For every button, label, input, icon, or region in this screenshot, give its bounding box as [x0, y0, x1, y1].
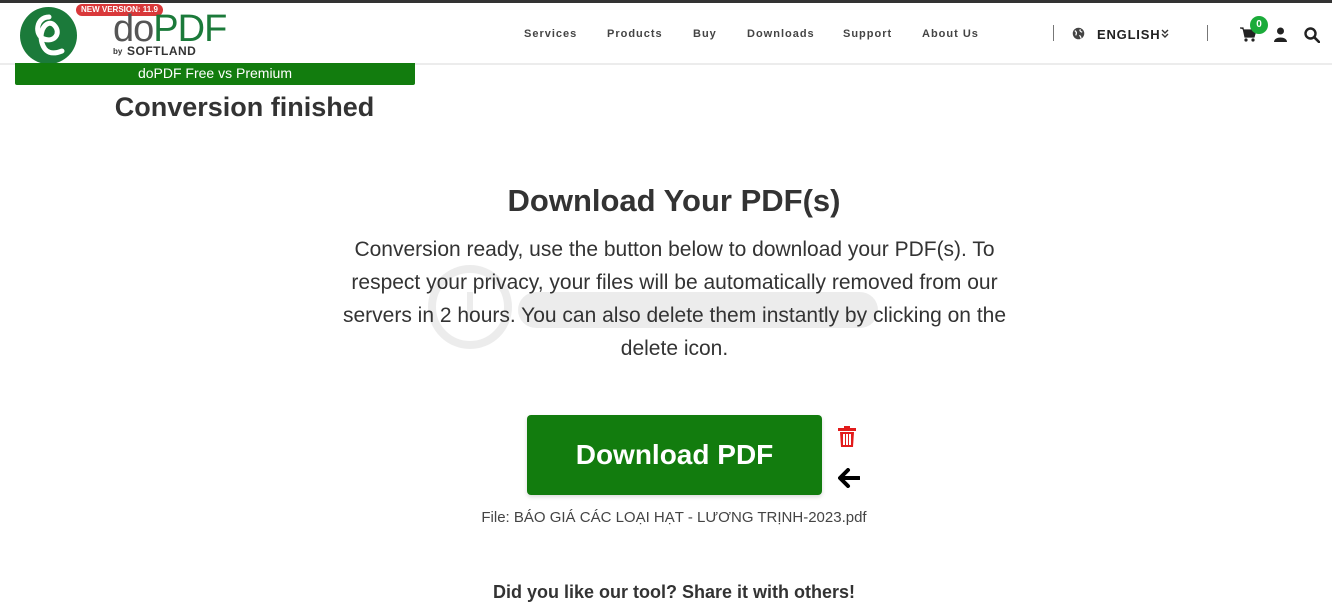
brand-company-text: SOFTLAND: [127, 44, 197, 58]
nav-item-support[interactable]: Support: [843, 27, 892, 41]
download-pdf-button[interactable]: Download PDF: [527, 415, 822, 495]
search-icon[interactable]: [1304, 27, 1320, 43]
status-heading: Conversion finished: [114, 92, 375, 122]
download-description: Conversion ready, use the button below t…: [342, 238, 1007, 360]
trash-icon[interactable]: [838, 426, 856, 447]
nav-item-buy[interactable]: Buy: [693, 27, 717, 41]
share-prompt: Did you like our tool? Share it with oth…: [492, 582, 856, 602]
globe-icon: [1072, 27, 1085, 40]
nav-item-about-us[interactable]: About Us: [922, 27, 979, 41]
nav-item-downloads[interactable]: Downloads: [747, 27, 815, 41]
page-title: Download Your PDF(s): [507, 183, 841, 218]
file-name-label: File: BÁO GIÁ CÁC LOẠI HẠT - LƯƠNG TRỊNH…: [481, 509, 867, 526]
brand-by-text: by: [113, 47, 123, 56]
nav-item-products[interactable]: Products: [607, 27, 663, 41]
chevron-double-down-icon[interactable]: [1160, 27, 1170, 39]
language-selector[interactable]: ENGLISH: [1097, 27, 1160, 42]
free-vs-premium-link[interactable]: doPDF Free vs Premium: [15, 63, 415, 85]
nav-separator: [1053, 25, 1054, 41]
site-header: NEW VERSION: 11.9 doPDF by SOFTLAND Serv…: [0, 3, 1332, 65]
cart-count-badge[interactable]: 0: [1250, 16, 1268, 34]
user-icon[interactable]: [1274, 27, 1287, 42]
nav-item-services[interactable]: Services: [524, 27, 577, 41]
nav-separator: [1207, 25, 1208, 41]
arrow-left-icon: [838, 468, 860, 488]
dopdf-logo-icon[interactable]: [20, 7, 77, 64]
